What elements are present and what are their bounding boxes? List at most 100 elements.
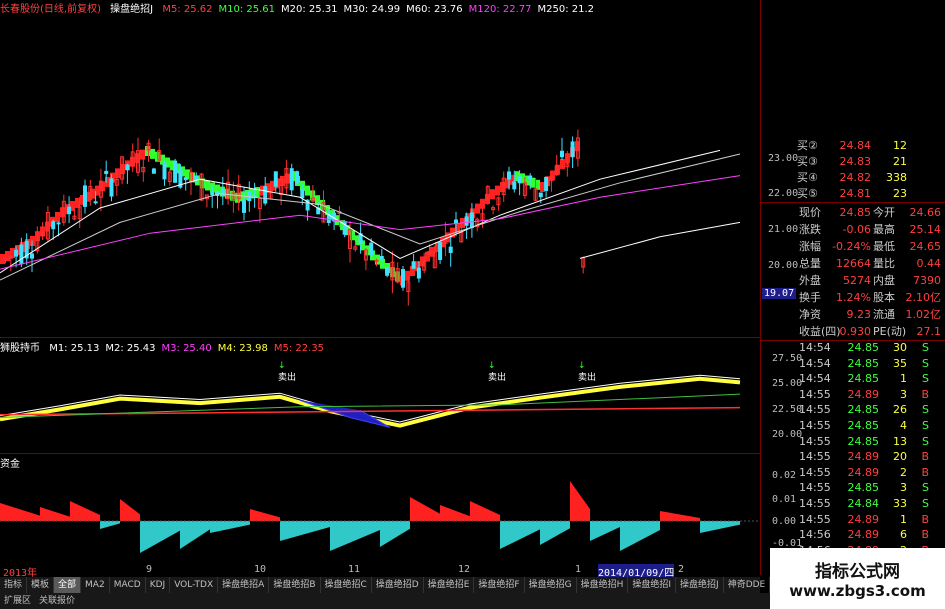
candle-body (469, 212, 474, 229)
tab-6[interactable]: VOL-TDX (170, 577, 219, 593)
divider (761, 202, 945, 203)
candle-body (448, 246, 453, 253)
tab-1[interactable]: 模板 (27, 577, 55, 593)
sell-signal-label: 卖出 (278, 371, 296, 383)
sell-signal-label: 卖出 (488, 371, 506, 383)
money-flow-bar (70, 501, 100, 521)
tick-price: 24.89 (847, 512, 880, 526)
trend-block (490, 189, 495, 200)
tick-price: 24.85 (847, 434, 880, 448)
tab-12[interactable]: 操盘绝招F (474, 577, 525, 593)
indicator-name[interactable]: 操盘绝招J (110, 4, 153, 15)
tick-volume: 3 (900, 387, 907, 401)
tick-row: 14:55 24.85 26 S (799, 402, 945, 418)
quote-volume: 21 (893, 155, 907, 168)
tick-row: 14:55 24.89 3 B (799, 387, 945, 403)
candle-body (194, 175, 199, 180)
tick-row: 14:55 24.89 20 B (799, 449, 945, 465)
stat-value: 0.930 (839, 325, 872, 338)
candle-body (109, 178, 114, 197)
sub1-tick: 25.00 (772, 378, 803, 389)
stats-row: 外盘 5274 内盘 7390 (799, 272, 945, 289)
tick-price: 24.85 (847, 481, 880, 495)
tab-15[interactable]: 操盘绝招I (628, 577, 677, 593)
sub2-chart[interactable] (0, 466, 760, 564)
tick-price: 24.85 (847, 418, 880, 432)
price-chart[interactable] (0, 16, 760, 336)
tab-9[interactable]: 操盘绝招C (321, 577, 372, 593)
tick-price: 24.85 (847, 356, 880, 370)
quote-price: 24.84 (839, 139, 872, 152)
stat-label: PE(动) (873, 325, 907, 338)
tab-3[interactable]: MA2 (81, 577, 110, 593)
tick-side: S (922, 434, 929, 448)
tick-row: 14:55 24.89 2 B (799, 465, 945, 481)
x-label: 1 (575, 564, 582, 575)
stat-label: 今开 (873, 206, 895, 219)
sell-signal-arrow-icon: ↓ (578, 361, 586, 371)
stat-label: 涨跌 (799, 223, 821, 236)
stat-label: 量比 (873, 257, 895, 270)
tick-time: 14:56 (799, 528, 831, 542)
candle-body (570, 141, 575, 158)
tick-volume: 6 (900, 528, 907, 542)
tab-related-quote[interactable]: 关联报价 (35, 593, 79, 609)
stat-value: 0.44 (916, 257, 942, 270)
tab-extension[interactable]: 扩展区 (0, 593, 35, 609)
money-flow-bar (660, 511, 700, 521)
tab-10[interactable]: 操盘绝招D (372, 577, 424, 593)
tick-row: 14:56 24.89 6 B (799, 527, 945, 543)
stat-label: 总量 (799, 257, 821, 270)
tick-price: 24.84 (847, 496, 880, 510)
tick-price: 24.89 (847, 450, 880, 464)
candle-body (385, 267, 390, 276)
right-panel-divider (760, 0, 761, 575)
trend-block (560, 158, 565, 169)
tab-5[interactable]: KDJ (146, 577, 171, 593)
tab-16[interactable]: 操盘绝招J (676, 577, 724, 593)
money-flow-bar (0, 503, 40, 521)
stats-row: 净资 9.23 流通 1.02亿 (799, 306, 945, 323)
current-price-marker: 19.07 (762, 288, 797, 299)
quote-row: 买② 24.84 12 (797, 138, 945, 154)
tick-volume: 30 (893, 341, 907, 354)
sub1-tick: 27.50 (772, 353, 803, 364)
quote-price: 24.82 (839, 171, 872, 184)
tab-7[interactable]: 操盘绝招A (218, 577, 270, 593)
stat-label: 净资 (799, 308, 821, 321)
tick-row: 14:54 24.85 35 S (799, 356, 945, 372)
tab-2[interactable]: 全部 (54, 577, 82, 593)
sub1-chart[interactable]: ↓卖出↓卖出↓卖出 (0, 352, 760, 452)
tab-17[interactable]: 神奇DDE (724, 577, 771, 593)
sub2-tick: 0.00 (772, 516, 797, 527)
money-flow-bar (330, 521, 380, 551)
tab-11[interactable]: 操盘绝招E (424, 577, 475, 593)
tab-14[interactable]: 操盘绝招H (577, 577, 629, 593)
trend-block (150, 148, 155, 159)
quote-price: 24.81 (839, 187, 872, 200)
tick-volume: 4 (900, 418, 907, 432)
candle-body (438, 242, 443, 261)
tick-side: S (922, 403, 929, 417)
candle-body (30, 253, 34, 259)
watermark-url: www.zbgs3.com (789, 582, 926, 600)
candle-body (67, 206, 72, 215)
stat-value: 9.23 (846, 308, 872, 321)
stat-value: 24.66 (909, 206, 942, 219)
tick-price: 24.85 (847, 372, 880, 386)
tab-4[interactable]: MACD (110, 577, 146, 593)
tick-time: 14:55 (799, 418, 831, 432)
tab-0[interactable]: 指标 (0, 577, 28, 593)
tab-13[interactable]: 操盘绝招G (525, 577, 577, 593)
candle-body (369, 242, 374, 256)
tick-side: B (921, 528, 929, 542)
tick-row: 14:54 24.85 30 S (799, 340, 945, 356)
tick-price: 24.89 (847, 465, 880, 479)
x-label: 11 (348, 564, 361, 575)
candle-body (528, 175, 533, 180)
stat-value: 24.65 (909, 240, 942, 253)
money-flow-bar (410, 497, 440, 521)
candle-body (51, 221, 56, 230)
candle-body (544, 176, 549, 192)
tab-8[interactable]: 操盘绝招B (269, 577, 321, 593)
